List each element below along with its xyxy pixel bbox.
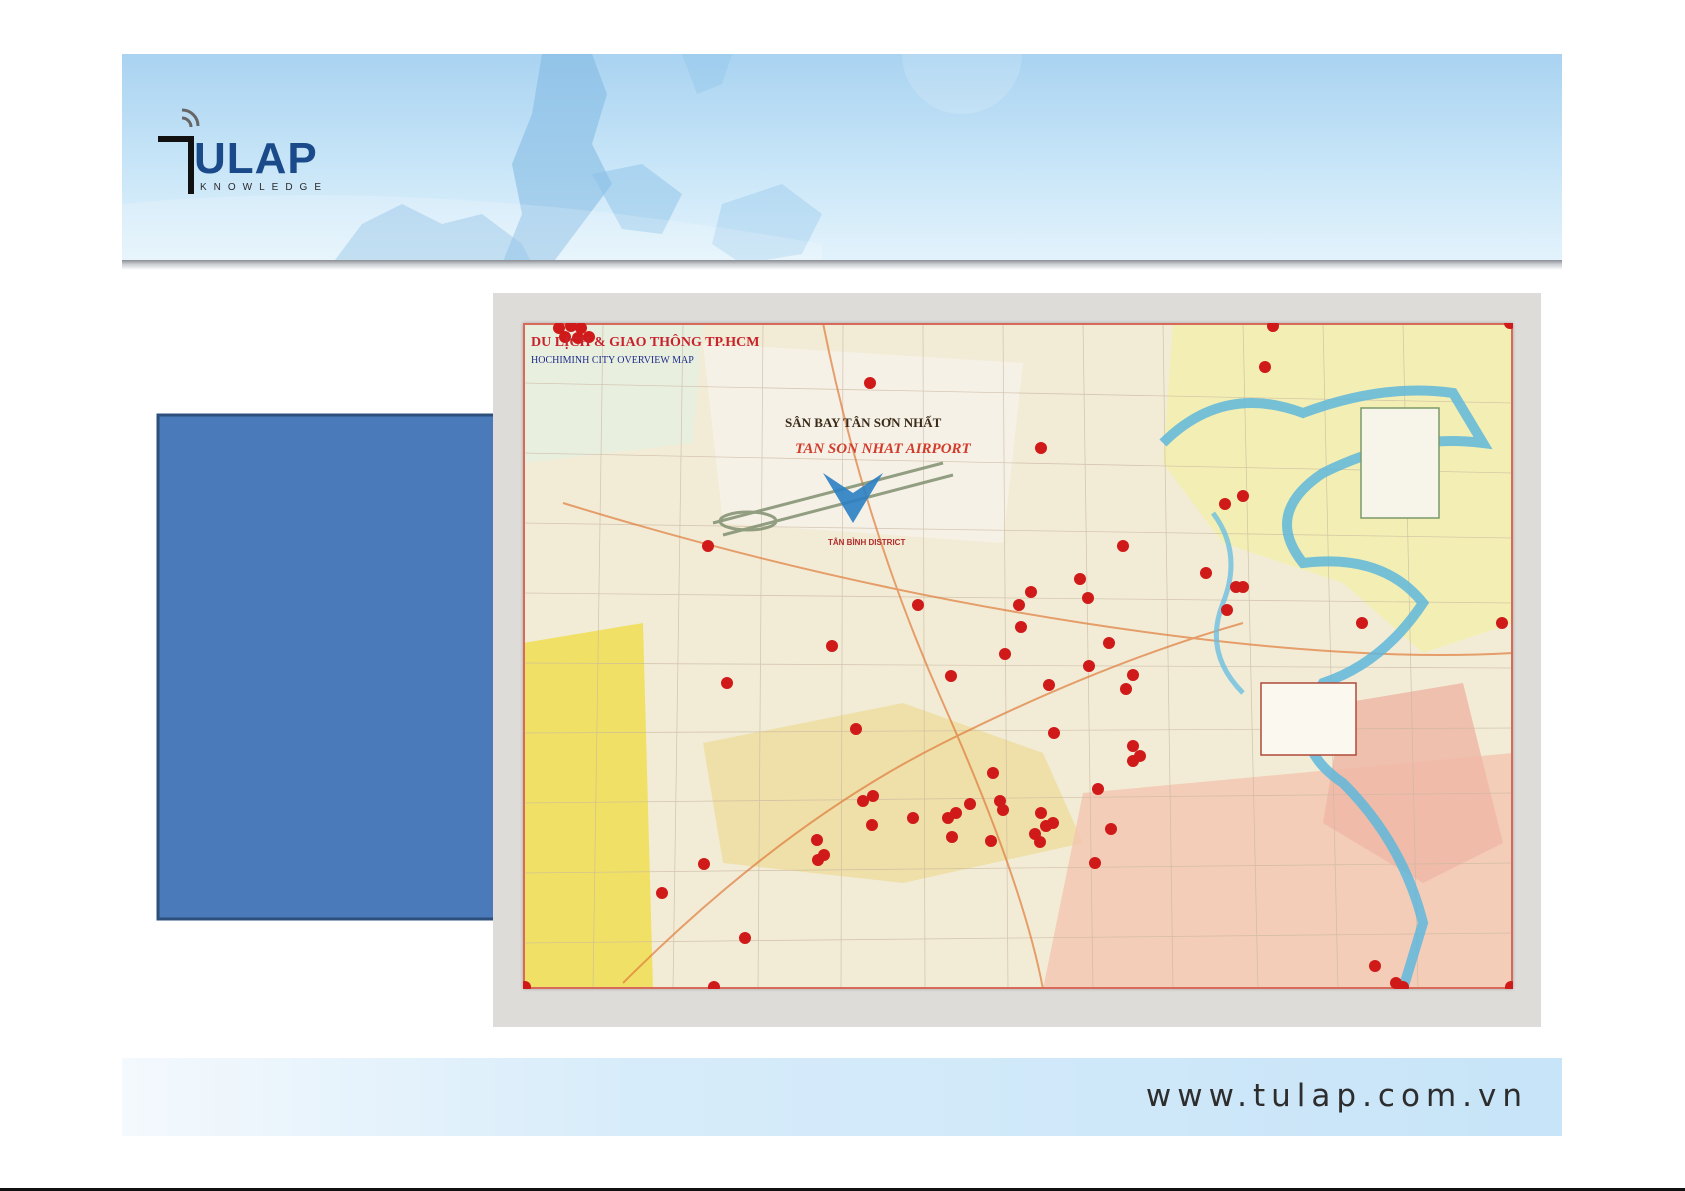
logo-wordmark: ULAP [194,134,318,183]
logo-subtext: KNOWLEDGE [200,182,329,193]
header-banner: ULAP KNOWLEDGE [122,54,1562,264]
header-divider [122,260,1562,270]
footer-banner: www.tulap.com.vn [122,1058,1562,1136]
airport-label: SÂN BAY TÂN SƠN NHẤT [785,415,942,430]
airport-label-en: TAN SON NHAT AIRPORT [795,441,971,457]
tulap-logo[interactable]: ULAP KNOWLEDGE [152,104,382,194]
city-map: DU LỊCH & GIAO THÔNG TP.HCM HOCHIMINH CI… [523,323,1513,989]
map-title: DU LỊCH & GIAO THÔNG TP.HCM [531,335,760,350]
website-url[interactable]: www.tulap.com.vn [1146,1078,1528,1114]
map-photo: DU LỊCH & GIAO THÔNG TP.HCM HOCHIMINH CI… [493,293,1541,1027]
map-subtitle: HOCHIMINH CITY OVERVIEW MAP [531,355,694,366]
map-artwork [523,323,1513,989]
district-label: TÂN BÌNH DISTRICT [828,538,906,547]
